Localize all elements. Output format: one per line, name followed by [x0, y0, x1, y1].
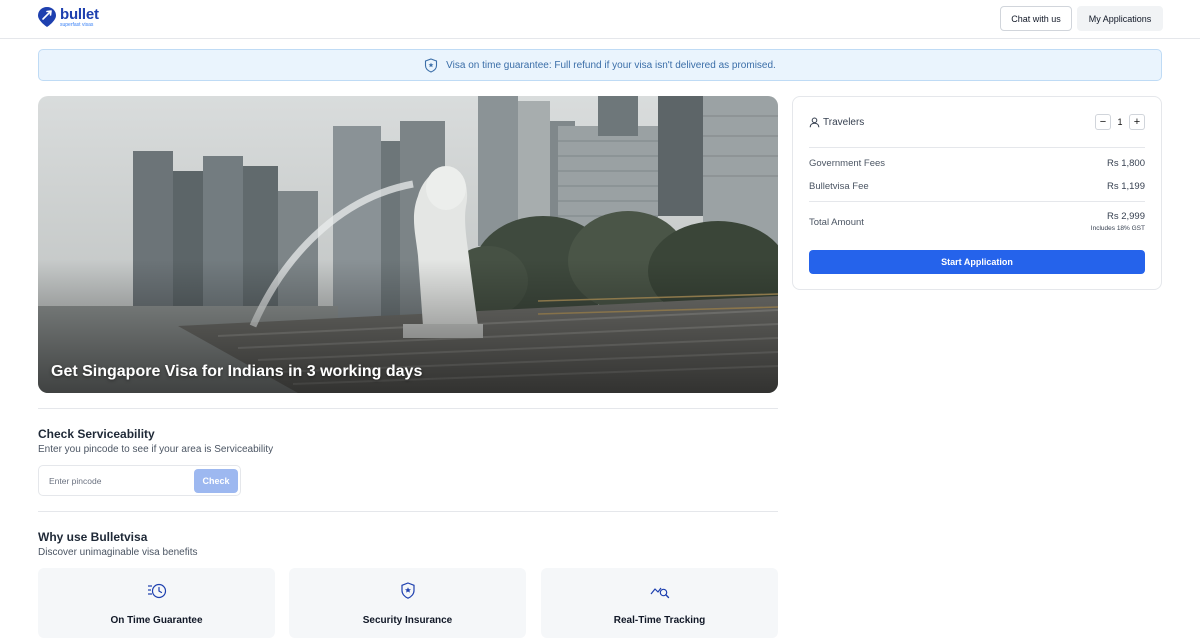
singapore-skyline-illustration: [38, 96, 778, 393]
government-fees-row: Government Fees Rs 1,800: [809, 158, 1145, 169]
hero-title: Get Singapore Visa for Indians in 3 work…: [51, 363, 423, 380]
my-applications-button[interactable]: My Applications: [1077, 6, 1163, 31]
travelers-label: Travelers: [823, 116, 865, 128]
banner-text: Visa on time guarantee: Full refund if y…: [446, 59, 776, 71]
chart-search-icon: [650, 587, 669, 599]
total-amount-label: Total Amount: [809, 217, 864, 228]
bulletvisa-fee-value: Rs 1,199: [1106, 181, 1145, 192]
serviceability-title: Check Serviceability: [38, 427, 155, 441]
pincode-input[interactable]: [40, 467, 190, 494]
pincode-form: Check: [38, 465, 241, 496]
bulletvisa-fee-row: Bulletvisa Fee Rs 1,199: [809, 181, 1145, 192]
benefit-card-tracking: Real-Time Tracking: [541, 568, 778, 638]
check-button[interactable]: Check: [194, 469, 238, 493]
bulletvisa-fee-label: Bulletvisa Fee: [809, 181, 869, 192]
government-fees-value: Rs 1,800: [1106, 158, 1145, 169]
section-divider: [38, 511, 778, 512]
benefit-label: Real-Time Tracking: [613, 615, 706, 626]
decrease-travelers-button[interactable]: −: [1095, 114, 1111, 130]
divider: [809, 147, 1145, 148]
why-subtitle: Discover unimaginable visa benefits: [38, 547, 198, 558]
start-application-button[interactable]: Start Application: [809, 250, 1145, 274]
logo-tagline: superfast visas: [60, 21, 94, 28]
logo-mark-icon: [38, 7, 56, 27]
top-header: bullet superfast visas Chat with us My A…: [0, 0, 1200, 39]
shield-star-icon: [425, 57, 438, 73]
logo-name: bullet: [60, 5, 99, 23]
travelers-row: Travelers − 1 +: [809, 113, 1145, 131]
clock-list-icon: [147, 583, 166, 599]
guarantee-banner: Visa on time guarantee: Full refund if y…: [38, 49, 1162, 81]
section-divider: [38, 408, 778, 409]
serviceability-subtitle: Enter you pincode to see if your area is…: [38, 444, 274, 455]
shield-star-icon: [400, 582, 415, 599]
hero-image: Get Singapore Visa for Indians in 3 work…: [38, 96, 778, 393]
increase-travelers-button[interactable]: +: [1129, 114, 1145, 130]
total-amount-row: Total Amount Rs 2,999 Includes 18% GST: [809, 211, 1145, 232]
user-icon: [809, 117, 820, 127]
divider: [809, 201, 1145, 202]
chat-with-us-button[interactable]: Chat with us: [1000, 6, 1072, 31]
benefit-card-on-time: On Time Guarantee: [38, 568, 275, 638]
traveler-count: 1: [1117, 117, 1123, 127]
benefit-label: On Time Guarantee: [110, 615, 203, 626]
benefit-card-security: Security Insurance: [289, 568, 526, 638]
why-title: Why use Bulletvisa: [38, 530, 148, 544]
travelers-stepper: − 1 +: [1095, 114, 1145, 130]
bullet-logo[interactable]: bullet superfast visas: [37, 6, 99, 28]
total-amount-value: Rs 2,999: [1106, 211, 1145, 222]
pricing-card: Travelers − 1 + Government Fees Rs 1,800…: [792, 96, 1162, 290]
government-fees-label: Government Fees: [809, 158, 886, 169]
benefit-label: Security Insurance: [362, 615, 453, 626]
gst-note: Includes 18% GST: [1090, 225, 1145, 232]
